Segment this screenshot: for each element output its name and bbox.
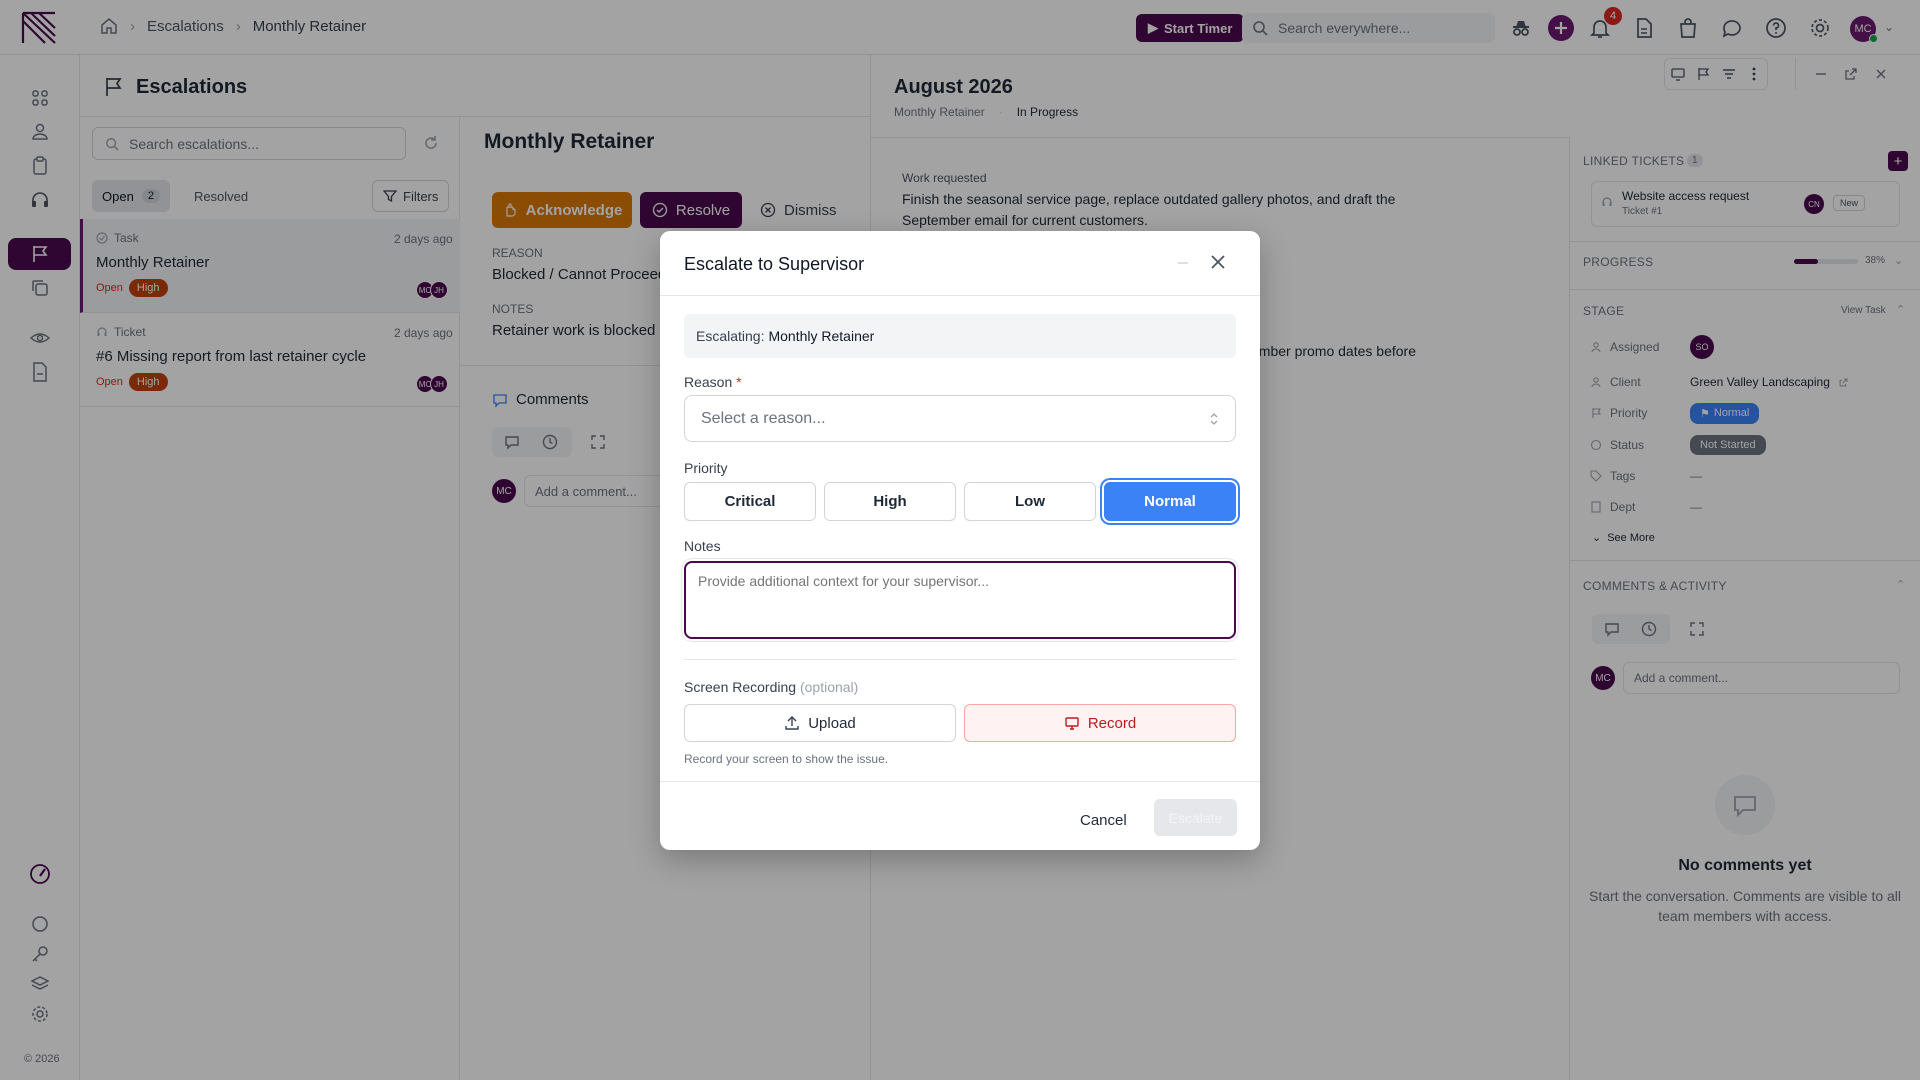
optional-tag: (optional) bbox=[799, 679, 859, 695]
escalating-value: Monthly Retainer bbox=[768, 328, 875, 344]
modal-header-divider bbox=[660, 295, 1260, 296]
cancel-button[interactable]: Cancel bbox=[1080, 802, 1127, 838]
screen-recording-label: Screen Recording (optional) bbox=[684, 679, 858, 695]
priority-low-button[interactable]: Low bbox=[964, 482, 1096, 521]
required-mark: * bbox=[736, 374, 742, 390]
priority-field-label: Priority bbox=[684, 460, 728, 476]
priority-high-button[interactable]: High bbox=[824, 482, 956, 521]
minimize-icon[interactable] bbox=[1175, 255, 1191, 271]
record-button[interactable]: Record bbox=[964, 704, 1236, 742]
notes-field-label: Notes bbox=[684, 538, 721, 554]
record-label: Record bbox=[1087, 714, 1137, 732]
reason-placeholder: Select a reason... bbox=[701, 409, 826, 427]
upload-button[interactable]: Upload bbox=[684, 704, 956, 742]
escalating-label: Escalating: bbox=[696, 328, 765, 344]
screen-recording-label-text: Screen Recording bbox=[684, 679, 797, 695]
priority-critical-button[interactable]: Critical bbox=[684, 482, 816, 521]
escalating-target: Escalating: Monthly Retainer bbox=[684, 314, 1236, 358]
reason-label-text: Reason bbox=[684, 374, 733, 390]
reason-select[interactable]: Select a reason... bbox=[684, 395, 1236, 442]
monitor-icon bbox=[1064, 715, 1080, 731]
recording-hint: Record your screen to show the issue. bbox=[684, 752, 889, 766]
divider bbox=[684, 659, 1236, 660]
escalate-modal: Escalate to Supervisor Escalating: Month… bbox=[660, 231, 1260, 850]
notes-textarea[interactable] bbox=[684, 561, 1236, 639]
reason-field-label: Reason * bbox=[684, 374, 742, 390]
close-icon[interactable] bbox=[1208, 252, 1228, 272]
escalate-button[interactable]: Escalate bbox=[1154, 799, 1237, 836]
modal-title: Escalate to Supervisor bbox=[684, 254, 865, 274]
priority-normal-button[interactable]: Normal bbox=[1104, 482, 1236, 521]
upload-icon bbox=[784, 715, 800, 731]
select-chevron-icon bbox=[1209, 412, 1219, 426]
upload-label: Upload bbox=[808, 714, 856, 732]
